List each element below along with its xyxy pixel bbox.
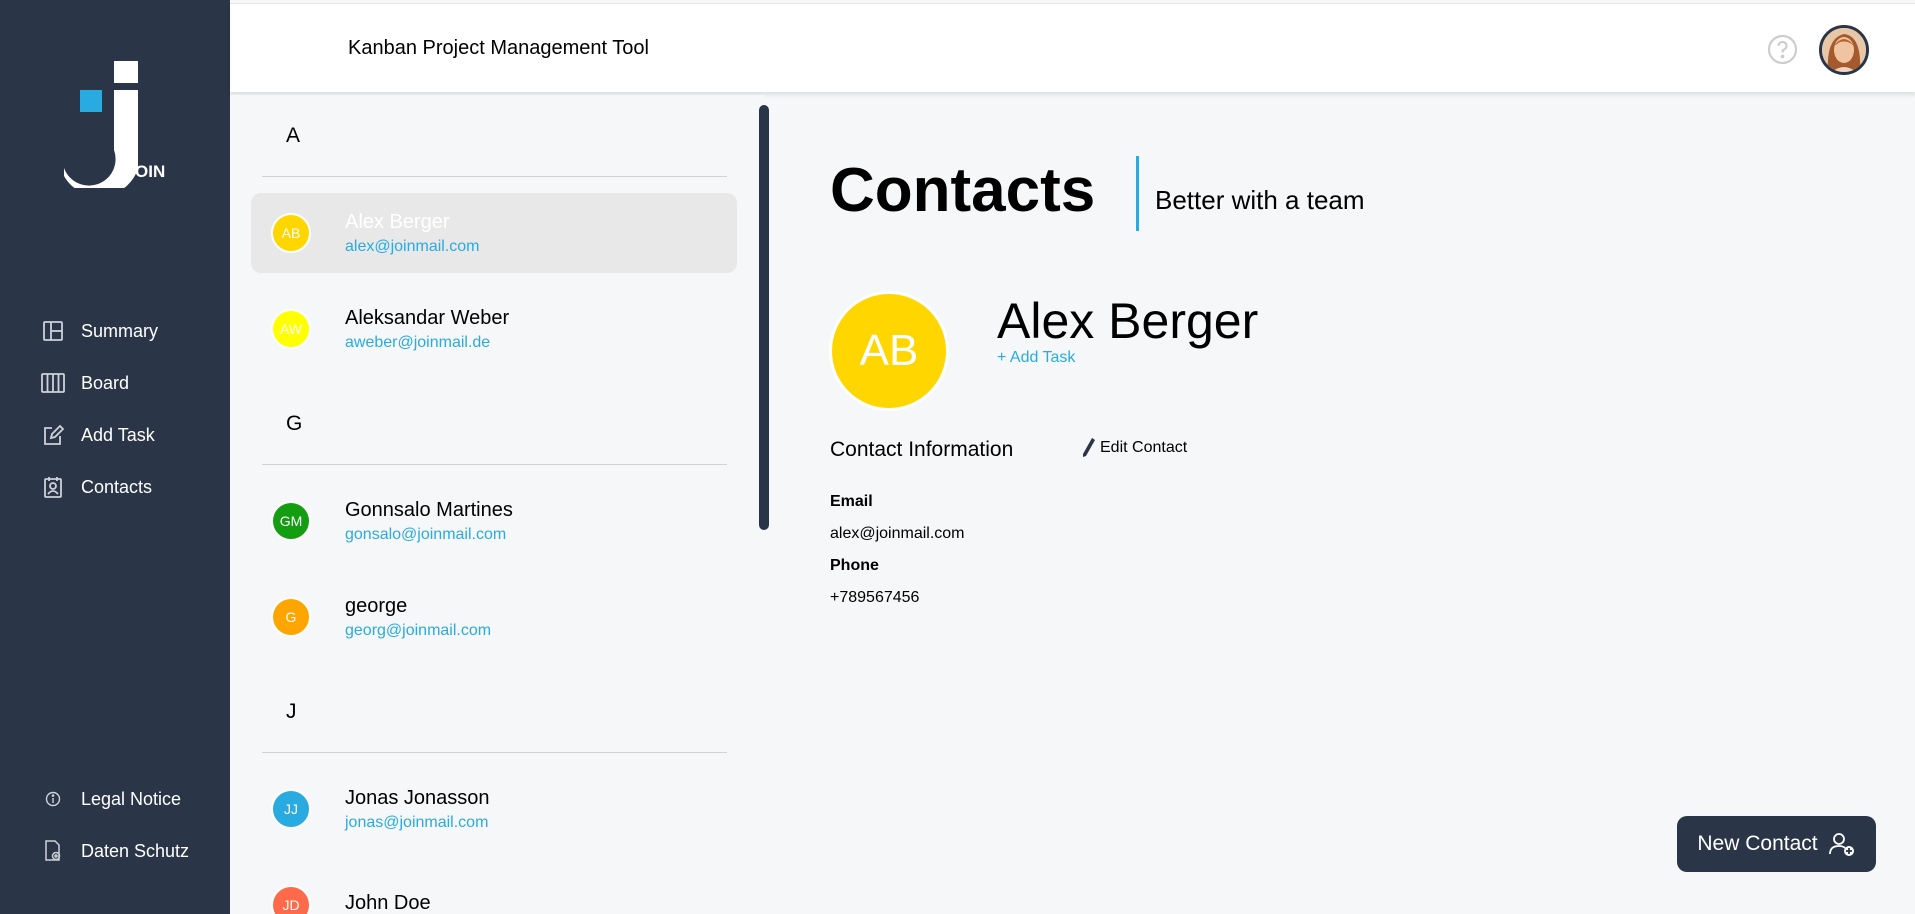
contact-avatar: JD	[271, 885, 311, 914]
new-contact-button[interactable]: New Contact	[1677, 816, 1876, 872]
email-label: Email	[830, 493, 873, 510]
app-title: Kanban Project Management Tool	[348, 37, 649, 59]
contact-item[interactable]: JJ Jonas Jonasson jonas@joinmail.com	[251, 769, 737, 849]
phone-label: Phone	[830, 557, 879, 574]
nav-item-daten-schutz[interactable]: Daten Schutz	[40, 825, 189, 877]
nav-label: Summary	[81, 320, 159, 341]
page-subtitle: Better with a team	[1155, 185, 1365, 215]
privacy-icon	[40, 838, 66, 864]
nav-item-legal-notice[interactable]: Legal Notice	[40, 773, 189, 825]
nav-label: Daten Schutz	[81, 840, 190, 861]
sidebar: OIN Summary Board Add Task Contacts Lega…	[0, 0, 230, 914]
contact-name: Jonas Jonasson	[345, 786, 490, 809]
edit-contact-label: Edit Contact	[1100, 439, 1188, 456]
contact-avatar: AB	[271, 213, 311, 253]
top-header: Kanban Project Management Tool	[230, 3, 1915, 92]
board-icon	[40, 370, 66, 396]
contact-email: alex@joinmail.com	[345, 237, 480, 255]
contact-detail-name: Alex Berger	[997, 293, 1259, 349]
nav-label: Board	[81, 372, 130, 393]
contact-avatar: GM	[271, 501, 311, 541]
title-divider	[1136, 156, 1139, 231]
contact-list: A AB Alex Berger alex@joinmail.com AW Al…	[230, 95, 765, 914]
nav-label: Add Task	[81, 424, 155, 445]
logo-text: OIN	[135, 162, 166, 181]
add-task-icon	[40, 422, 66, 448]
divider	[262, 176, 727, 177]
contact-item[interactable]: AW Aleksandar Weber aweber@joinmail.de	[251, 289, 737, 369]
contact-email: aweber@joinmail.de	[345, 333, 491, 351]
divider	[262, 752, 727, 753]
contact-item[interactable]: JD John Doe	[251, 865, 737, 914]
contact-name: John Doe	[345, 891, 431, 914]
contact-name: george	[345, 594, 408, 617]
nav-item-summary[interactable]: Summary	[40, 305, 158, 357]
add-person-icon	[1828, 830, 1856, 858]
phone-value[interactable]: +789567456	[830, 589, 919, 607]
join-logo[interactable]: OIN	[62, 58, 172, 197]
nav-label: Contacts	[81, 476, 153, 497]
user-avatar[interactable]	[1819, 25, 1869, 75]
contact-item[interactable]: GM Gonnsalo Martines gonsalo@joinmail.co…	[251, 481, 737, 561]
divider	[262, 464, 727, 465]
contact-avatar: JJ	[271, 789, 311, 829]
page-title: Contacts	[830, 156, 1096, 225]
contact-avatar: G	[271, 597, 311, 637]
nav-item-contacts[interactable]: Contacts	[40, 461, 158, 513]
contact-email: georg@joinmail.com	[345, 621, 492, 639]
nav-item-add-task[interactable]: Add Task	[40, 409, 158, 461]
main-nav: Summary Board Add Task Contacts	[40, 305, 158, 513]
nav-label: Legal Notice	[81, 788, 182, 809]
list-scrollbar[interactable]	[759, 105, 769, 530]
letter-heading: J	[286, 700, 297, 723]
edit-contact-button[interactable]: Edit Contact	[1080, 437, 1187, 459]
letter-heading: A	[286, 124, 301, 147]
contact-detail-avatar: AB	[829, 291, 949, 411]
contact-name: Gonnsalo Martines	[345, 498, 513, 521]
contact-name: Aleksandar Weber	[345, 306, 510, 329]
contact-avatar: AW	[271, 309, 311, 349]
summary-icon	[40, 318, 66, 344]
contact-email: gonsalo@joinmail.com	[345, 525, 507, 543]
contact-name: Alex Berger	[345, 210, 450, 233]
new-contact-label: New Contact	[1697, 832, 1818, 855]
pencil-icon	[1080, 437, 1096, 459]
info-icon	[40, 786, 66, 812]
footer-nav: Legal Notice Daten Schutz	[40, 773, 189, 877]
letter-heading: G	[286, 412, 303, 435]
question-circle-icon[interactable]	[1767, 34, 1798, 65]
email-value[interactable]: alex@joinmail.com	[830, 525, 965, 543]
add-task-link[interactable]: + Add Task	[997, 349, 1075, 367]
contact-info-heading: Contact Information	[830, 438, 1014, 461]
contact-email: jonas@joinmail.com	[345, 813, 489, 831]
contact-item[interactable]: AB Alex Berger alex@joinmail.com	[251, 193, 737, 273]
contact-item[interactable]: G george georg@joinmail.com	[251, 577, 737, 657]
nav-item-board[interactable]: Board	[40, 357, 158, 409]
contacts-icon	[40, 474, 66, 500]
